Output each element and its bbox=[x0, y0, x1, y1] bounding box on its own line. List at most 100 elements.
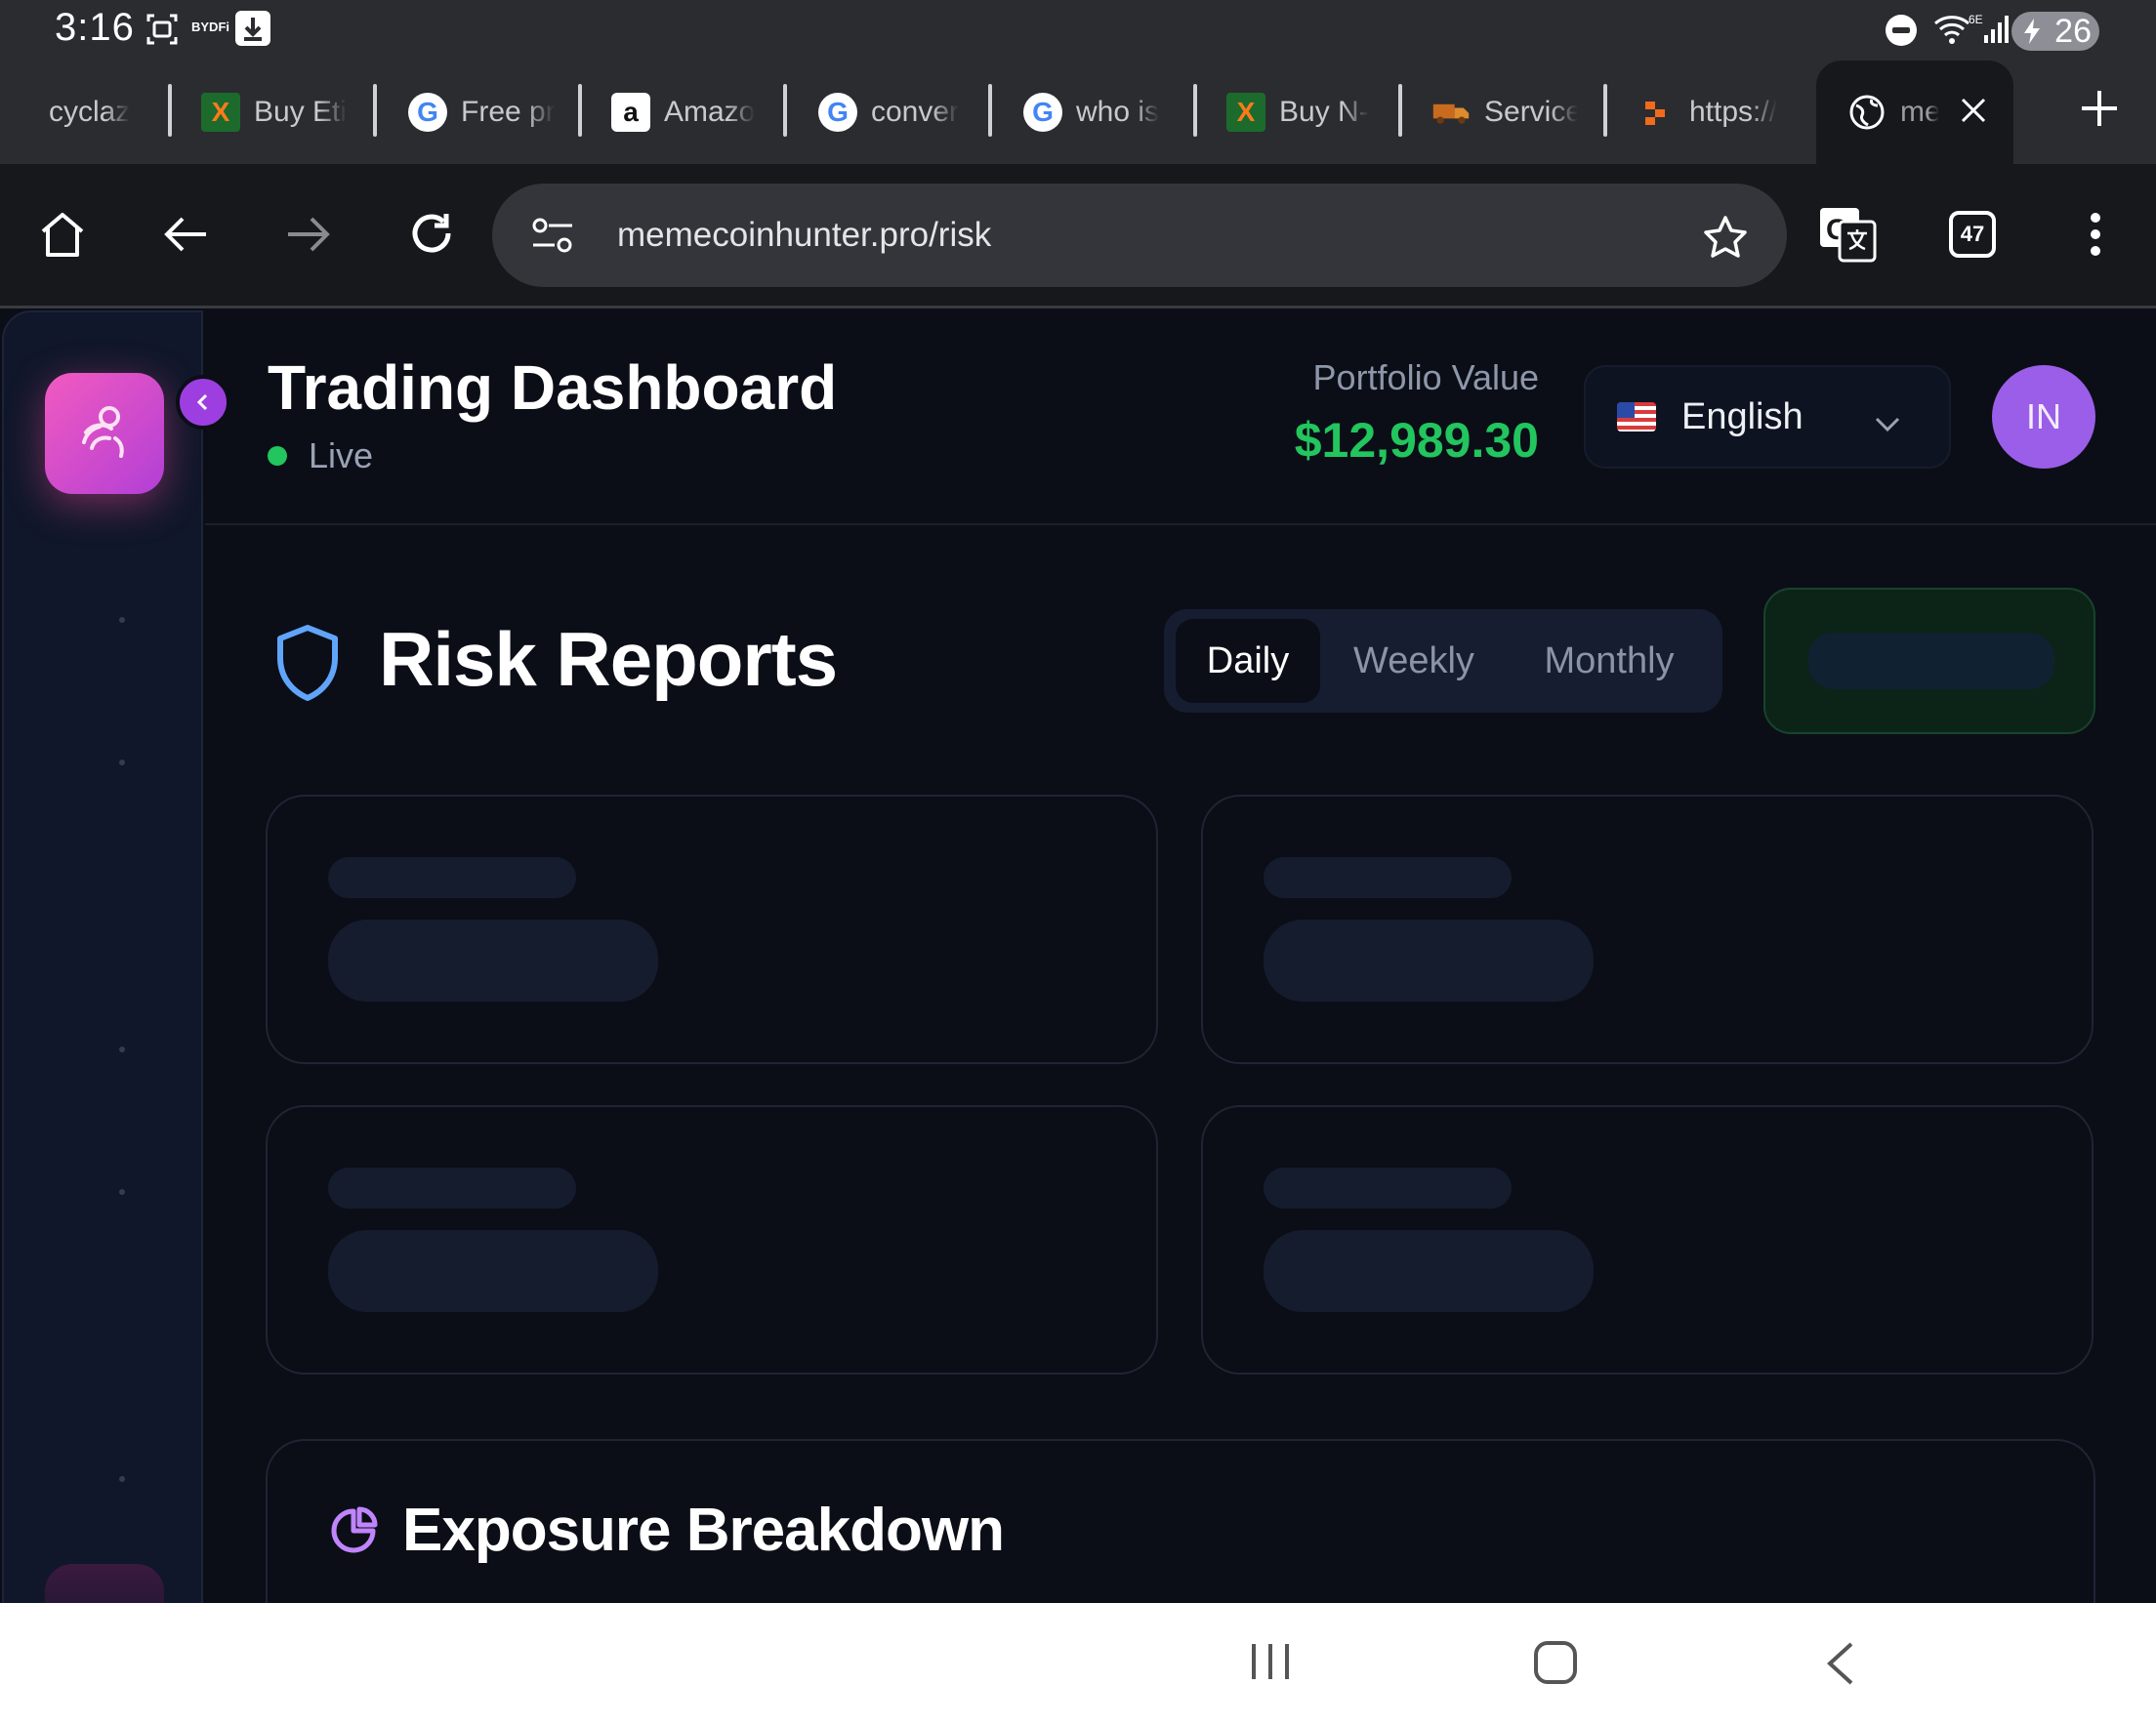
site-settings-icon[interactable] bbox=[531, 217, 574, 259]
tab-switcher-button[interactable]: 47 bbox=[1941, 203, 2004, 266]
tab-label: Buy Eti bbox=[254, 96, 348, 128]
live-label: Live bbox=[309, 435, 374, 475]
skeleton-block bbox=[1264, 920, 1594, 1002]
pie-chart-icon bbox=[328, 1505, 379, 1561]
skeleton-line bbox=[328, 1168, 576, 1209]
chevron-down-icon bbox=[1873, 402, 1902, 444]
download-icon bbox=[234, 10, 271, 52]
app-viewport: Trading Dashboard Live Portfolio Value $… bbox=[0, 310, 2156, 1603]
browser-tab[interactable]: X Buy N- bbox=[1226, 61, 1373, 164]
back-icon[interactable] bbox=[154, 203, 217, 266]
language-label: English bbox=[1681, 395, 1804, 437]
amazon-icon: a bbox=[611, 93, 650, 132]
svg-text:6E: 6E bbox=[1969, 13, 1983, 26]
more-menu-icon[interactable] bbox=[2064, 203, 2127, 266]
tab-separator bbox=[1398, 84, 1402, 137]
home-nav-icon[interactable] bbox=[1533, 1640, 1578, 1690]
sidebar-item[interactable] bbox=[119, 1047, 125, 1052]
tab-separator bbox=[988, 84, 992, 137]
translate-icon[interactable]: G bbox=[1818, 203, 1877, 266]
metric-card-loading bbox=[266, 1105, 1158, 1375]
skeleton-block bbox=[328, 1230, 658, 1312]
close-tab-icon[interactable] bbox=[1959, 96, 1988, 133]
skeleton-block bbox=[328, 920, 658, 1002]
period-daily-button[interactable]: Daily bbox=[1176, 619, 1320, 703]
browser-tab[interactable]: https:// bbox=[1637, 61, 1783, 164]
user-avatar[interactable]: IN bbox=[1992, 365, 2095, 469]
tab-label: cyclaz bbox=[49, 96, 131, 128]
panel-title: Exposure Breakdown bbox=[402, 1497, 1005, 1564]
portfolio-value: $12,989.30 bbox=[1294, 413, 1539, 468]
sidebar-item[interactable] bbox=[119, 617, 125, 623]
x-logo-icon: X bbox=[1226, 93, 1265, 132]
x-logo-icon: X bbox=[201, 93, 240, 132]
browser-toolbar: memecoinhunter.pro/risk G 47 bbox=[0, 164, 2156, 308]
language-selector[interactable]: English bbox=[1584, 365, 1951, 469]
orange-logo-icon bbox=[1637, 93, 1676, 132]
signal-icon bbox=[1982, 14, 2011, 50]
live-dot-icon bbox=[268, 446, 287, 466]
address-bar[interactable]: memecoinhunter.pro/risk bbox=[492, 184, 1787, 287]
sidebar-bottom-button[interactable] bbox=[45, 1564, 164, 1603]
tab-separator bbox=[1193, 84, 1197, 137]
google-icon: G bbox=[408, 93, 447, 132]
period-weekly-button[interactable]: Weekly bbox=[1326, 619, 1502, 703]
skeleton-block bbox=[1264, 1230, 1594, 1312]
tab-label: Amazo bbox=[664, 96, 756, 128]
browser-tab-active[interactable]: mer bbox=[1816, 61, 2013, 164]
battery-indicator: 26 bbox=[2011, 12, 2099, 51]
browser-tab[interactable]: G who is bbox=[1023, 61, 1170, 164]
tab-strip: cyclaz X Buy Eti G Free pr a Amazo G con… bbox=[0, 61, 2156, 164]
bookmark-star-icon[interactable] bbox=[1703, 215, 1748, 263]
do-not-disturb-icon bbox=[1885, 14, 1918, 52]
tab-label: conver bbox=[871, 96, 960, 128]
shield-icon bbox=[273, 623, 342, 708]
tab-separator bbox=[373, 84, 377, 137]
home-icon[interactable] bbox=[31, 203, 94, 266]
back-nav-icon[interactable] bbox=[1824, 1640, 1857, 1692]
period-monthly-button[interactable]: Monthly bbox=[1508, 619, 1711, 703]
reload-icon[interactable] bbox=[400, 203, 463, 266]
sidebar-item[interactable] bbox=[119, 1476, 125, 1482]
browser-tab[interactable]: G Free pr bbox=[408, 61, 555, 164]
period-selector: Daily Weekly Monthly bbox=[1164, 609, 1722, 713]
users-icon bbox=[82, 406, 124, 458]
metric-card-loading bbox=[1201, 795, 2094, 1064]
status-bar: 3:16 BYDFi 6E 26 bbox=[0, 0, 2156, 61]
skeleton-line bbox=[1264, 1168, 1512, 1209]
new-tab-icon[interactable] bbox=[2080, 82, 2119, 137]
us-flag-icon bbox=[1617, 402, 1656, 432]
app-logo[interactable] bbox=[45, 373, 164, 494]
browser-tab[interactable]: G conver bbox=[818, 61, 965, 164]
browser-tab[interactable]: X Buy Eti bbox=[201, 61, 348, 164]
wifi-6e-icon: 6E bbox=[1931, 12, 1984, 52]
google-icon: G bbox=[818, 93, 857, 132]
tab-separator bbox=[168, 84, 172, 137]
browser-tab[interactable]: a Amazo bbox=[611, 61, 758, 164]
recent-apps-icon[interactable] bbox=[1248, 1640, 1293, 1688]
charging-icon bbox=[2024, 19, 2040, 44]
section-title: Risk Reports bbox=[379, 616, 838, 702]
google-icon: G bbox=[1023, 93, 1062, 132]
action-button-loading[interactable] bbox=[1763, 588, 2095, 734]
exposure-breakdown-panel: Exposure Breakdown bbox=[266, 1439, 2095, 1603]
system-nav-bar bbox=[0, 1603, 2156, 1726]
tab-label: who is bbox=[1076, 96, 1160, 128]
browser-tab[interactable]: cyclaz bbox=[49, 61, 146, 164]
sidebar-item[interactable] bbox=[119, 760, 125, 765]
tab-label: https:// bbox=[1689, 96, 1778, 128]
tab-label: Free pr bbox=[461, 96, 555, 128]
sidebar bbox=[2, 310, 203, 1603]
sidebar-item[interactable] bbox=[119, 1189, 125, 1195]
dashboard-header: Trading Dashboard Live Portfolio Value $… bbox=[205, 310, 2156, 525]
url-text[interactable]: memecoinhunter.pro/risk bbox=[617, 184, 991, 287]
metric-card-loading bbox=[266, 795, 1158, 1064]
browser-tab[interactable]: Service bbox=[1431, 61, 1578, 164]
live-status: Live bbox=[268, 435, 373, 476]
portfolio-value-label: Portfolio Value bbox=[1312, 357, 1539, 397]
truck-icon bbox=[1431, 93, 1471, 132]
forward-icon[interactable] bbox=[277, 203, 340, 266]
battery-level: 26 bbox=[2054, 13, 2092, 50]
bydfi-label: BYDFi bbox=[191, 20, 229, 34]
metric-card-loading bbox=[1201, 1105, 2094, 1375]
